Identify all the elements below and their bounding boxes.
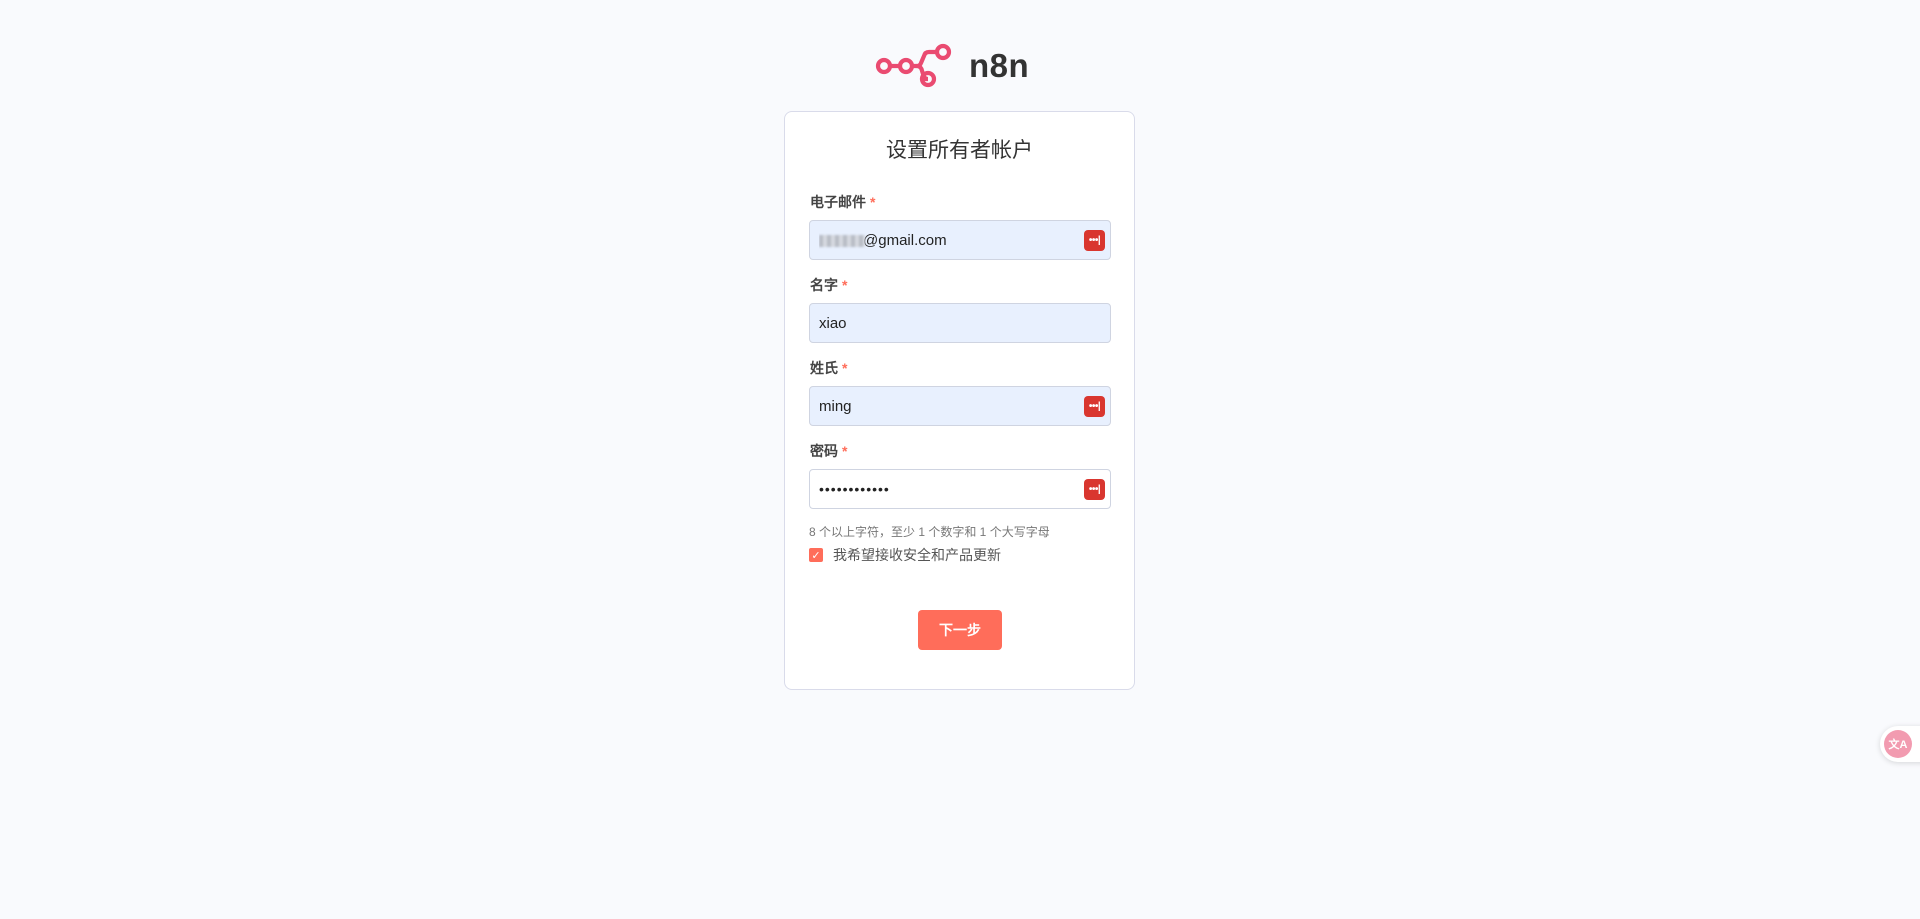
last-name-value: ming bbox=[819, 397, 852, 415]
email-value-text: @gmail.com bbox=[863, 231, 947, 249]
brand-name: n8n bbox=[969, 47, 1030, 84]
first-name-label: 名字 * bbox=[810, 275, 847, 295]
password-manager-icon[interactable]: •••| bbox=[1084, 478, 1105, 500]
first-name-value: xiao bbox=[819, 314, 847, 332]
first-name-field[interactable]: xiao bbox=[809, 303, 1111, 343]
required-mark: * bbox=[842, 443, 848, 459]
setup-owner-card: 设置所有者帐户 电子邮件 * @gmail.com •••| 名字 * xiao 姓… bbox=[784, 111, 1135, 690]
password-label: 密码 * bbox=[810, 441, 847, 461]
page-title: 设置所有者帐户 bbox=[886, 139, 1033, 162]
email-value: @gmail.com bbox=[819, 232, 1084, 249]
newsletter-checkbox-row[interactable]: ✓ 我希望接收安全和产品更新 bbox=[809, 545, 1001, 565]
password-hint: 8 个以上字符，至少 1 个数字和 1 个大写字母 bbox=[809, 525, 1050, 539]
n8n-logo: n8n bbox=[873, 42, 1029, 90]
password-manager-icon[interactable]: •••| bbox=[1084, 395, 1105, 417]
last-name-field[interactable]: ming •••| bbox=[809, 386, 1111, 426]
n8n-logo-icon bbox=[875, 43, 952, 88]
newsletter-checkbox[interactable]: ✓ bbox=[809, 548, 823, 562]
required-mark: * bbox=[870, 194, 876, 210]
required-mark: * bbox=[842, 277, 848, 293]
email-label-text: 电子邮件 bbox=[810, 194, 866, 210]
password-manager-icon[interactable]: •••| bbox=[1084, 229, 1105, 251]
next-button[interactable]: 下一步 bbox=[918, 610, 1002, 650]
email-field[interactable]: @gmail.com •••| bbox=[809, 220, 1111, 260]
password-field[interactable]: •••••••••••• •••| bbox=[809, 469, 1111, 509]
last-name-label-text: 姓氏 bbox=[810, 360, 838, 376]
newsletter-checkbox-label[interactable]: 我希望接收安全和产品更新 bbox=[833, 545, 1001, 565]
password-label-text: 密码 bbox=[810, 443, 838, 459]
translate-icon[interactable]: 文A bbox=[1884, 730, 1912, 758]
first-name-label-text: 名字 bbox=[810, 277, 838, 293]
last-name-label: 姓氏 * bbox=[810, 358, 847, 378]
required-mark: * bbox=[842, 360, 848, 376]
password-value: •••••••••••• bbox=[819, 481, 890, 497]
redacted-email-prefix bbox=[819, 234, 865, 247]
email-label: 电子邮件 * bbox=[810, 192, 875, 212]
translate-widget[interactable]: 文A bbox=[1880, 726, 1920, 762]
